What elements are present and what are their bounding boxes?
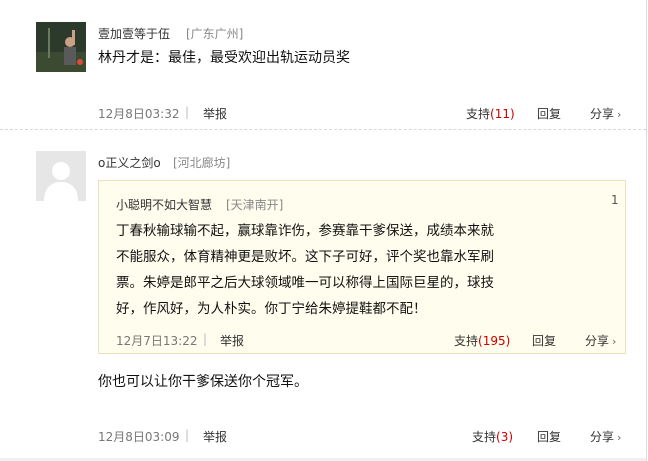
meta-separator: | [185, 428, 190, 442]
quoted-text-line: 不能服众，体育精神更是败坏。这下子可好，评个奖也靠水军刷 [116, 249, 494, 265]
quoted-share-button[interactable]: 分享 › [585, 332, 616, 349]
quoted-comment: 1 小聪明不如大智慧 [天津南开] 丁春秋输球输不起，赢球靠诈伤，参赛靠干爹保送… [98, 180, 626, 354]
comment-text: 你也可以让你干爹保送你个冠军。 [98, 374, 308, 390]
report-link[interactable]: 举报 [203, 105, 227, 122]
meta-separator: | [203, 332, 208, 346]
comment-timestamp: 12月8日03:09 [98, 430, 180, 444]
quoted-text-line: 好，作风好，为人朴实。你丁宁给朱婷提鞋都不配！ [116, 301, 427, 317]
chevron-right-icon: › [612, 335, 617, 348]
chevron-right-icon: › [617, 108, 622, 121]
reply-button[interactable]: 回复 [537, 428, 561, 445]
support-count: (195) [478, 334, 511, 348]
support-count: (11) [490, 107, 515, 121]
avatar-photo [36, 22, 86, 72]
share-label: 分享 [585, 334, 610, 348]
share-label: 分享 [590, 430, 615, 444]
quoted-support-button[interactable]: 支持(195) [454, 332, 510, 349]
comment-list: 壹加壹等于伍 [广东广州] 林丹才是：最佳，最受欢迎出轨运动员奖 12月8日03… [0, 0, 647, 461]
quoted-report-link[interactable]: 举报 [220, 332, 244, 349]
chevron-right-icon: › [617, 431, 622, 444]
report-link[interactable]: 举报 [203, 428, 227, 445]
comment-location: [广东广州] [186, 27, 244, 41]
user-avatar[interactable] [36, 151, 86, 201]
meta-separator: | [185, 105, 190, 119]
quoted-text-line: 票。朱婷是郎平之后大球领域唯一可以称得上国际巨星的，球技 [116, 275, 494, 291]
quoted-timestamp: 12月7日13:22 [116, 334, 198, 348]
support-button[interactable]: 支持(11) [466, 105, 515, 122]
comment-username[interactable]: o正义之剑o [98, 154, 161, 171]
comment-username[interactable]: 壹加壹等于伍 [98, 25, 170, 42]
comment-text: 林丹才是：最佳，最受欢迎出轨运动员奖 [98, 50, 350, 66]
quoted-username[interactable]: 小聪明不如大智慧 [116, 196, 212, 213]
reply-button[interactable]: 回复 [537, 105, 561, 122]
share-button[interactable]: 分享 › [590, 428, 621, 445]
default-avatar-icon [36, 151, 86, 201]
share-button[interactable]: 分享 › [590, 105, 621, 122]
comment-timestamp: 12月8日03:32 [98, 107, 180, 121]
quote-floor-number: 1 [611, 193, 619, 207]
support-label: 支持 [466, 107, 491, 121]
user-avatar[interactable] [36, 22, 86, 72]
quoted-text: 丁春秋输球输不起，赢球靠诈伤，参赛靠干爹保送，成绩本来就 不能服众，体育精神更是… [116, 218, 616, 322]
comment-location: [河北廊坊] [173, 156, 231, 170]
quoted-location: [天津南开] [226, 198, 284, 212]
support-button[interactable]: 支持(3) [472, 428, 513, 445]
support-label: 支持 [472, 430, 497, 444]
quoted-reply-button[interactable]: 回复 [532, 332, 556, 349]
share-label: 分享 [590, 107, 615, 121]
quoted-text-line: 丁春秋输球输不起，赢球靠诈伤，参赛靠干爹保送，成绩本来就 [116, 223, 494, 239]
support-count: (3) [496, 430, 514, 444]
support-label: 支持 [454, 334, 479, 348]
comment-divider [0, 129, 646, 130]
